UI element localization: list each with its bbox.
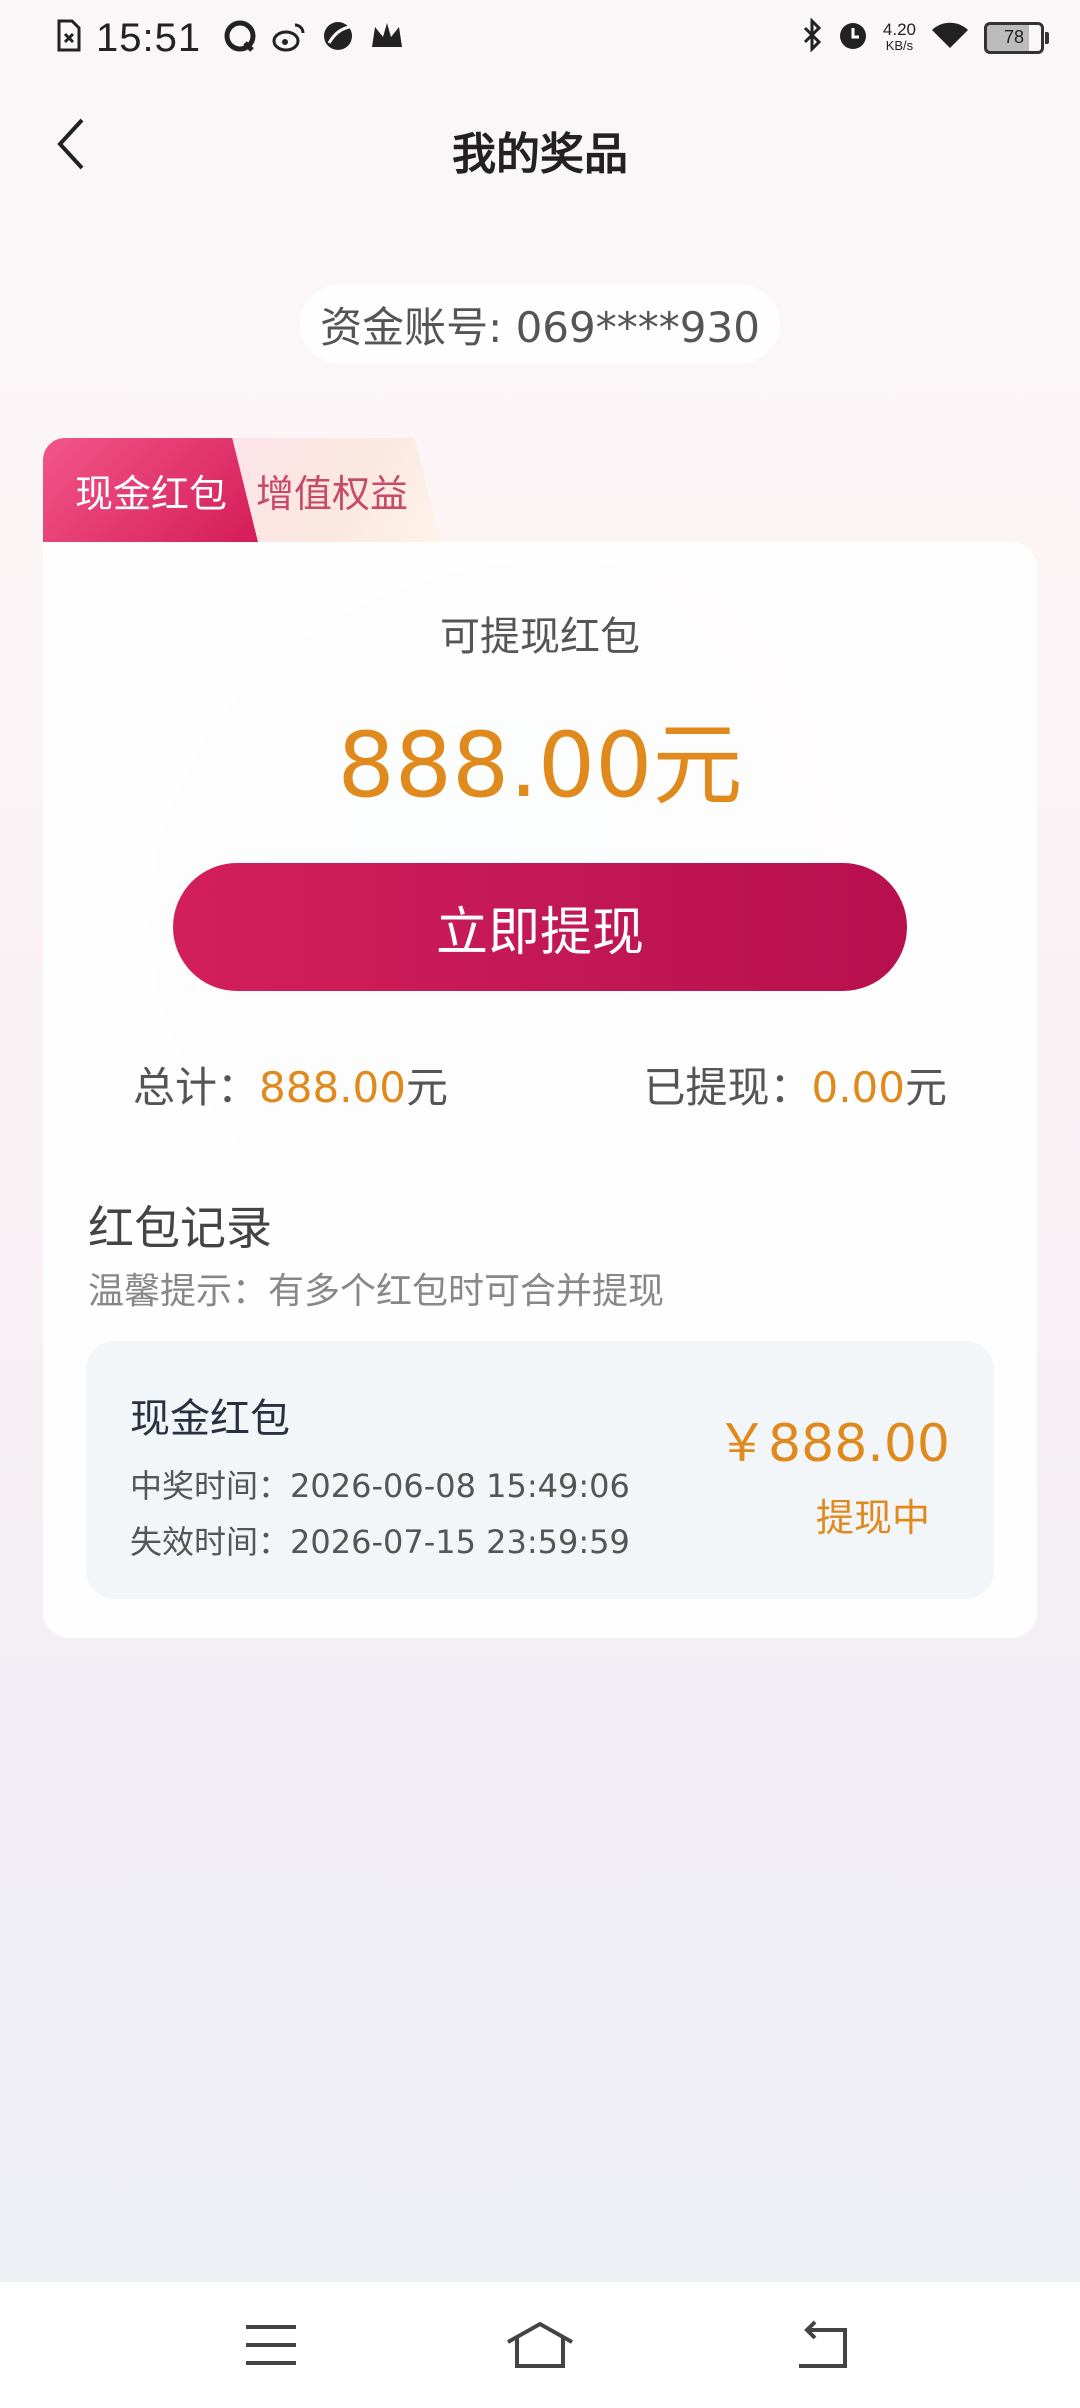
withdrawn-unit: 元 (904, 1063, 947, 1112)
record-status: 提现中 (815, 1496, 930, 1540)
record-expire-time: 失效时间：2026-07-15 23:59:59 (130, 1523, 630, 1561)
qq-icon (223, 19, 257, 58)
sim-error-icon (56, 19, 82, 58)
tab-cash-red-packet[interactable]: 现金红包 (43, 438, 258, 542)
tab-value-added-benefits[interactable]: 增值权益 (230, 438, 440, 542)
status-right: 4.20 KB/s 78 (801, 17, 1049, 57)
wifi-icon (930, 20, 970, 55)
page-title: 我的奖品 (452, 129, 628, 180)
alarm-icon (837, 18, 869, 57)
home-icon (505, 2320, 575, 2374)
net-speed-unit: KB/s (885, 37, 914, 53)
withdrawn-label: 已提现： (643, 1063, 812, 1112)
withdrawn-value: 0.00 (811, 1063, 905, 1112)
total-label: 总计： (133, 1063, 260, 1112)
record-item[interactable]: 现金红包 中奖时间：2026-06-08 15:49:06 失效时间：2026-… (86, 1341, 994, 1599)
bluetooth-icon (801, 17, 823, 57)
net-speed-value: 4.20 (882, 19, 916, 39)
back-nav-button[interactable] (786, 2312, 856, 2382)
return-icon (793, 2320, 849, 2374)
tab-label: 增值权益 (256, 471, 409, 516)
account-number: 资金账号: 069****930 (300, 285, 780, 363)
battery-level: 78 (1003, 27, 1025, 47)
record-win-time: 中奖时间：2026-06-08 15:49:06 (130, 1467, 630, 1505)
total-stat: 总计：888.00元 (133, 1054, 448, 1115)
available-amount: 888.00元 (337, 713, 743, 818)
records-tip: 温馨提示：有多个红包时可合并提现 (88, 1271, 665, 1312)
record-amount: ￥888.00 (716, 1414, 950, 1474)
leaf-app-icon (321, 19, 355, 58)
battery-icon: 78 (984, 21, 1049, 54)
withdraw-now-button[interactable]: 立即提现 (173, 863, 907, 991)
records-title: 红包记录 (88, 1201, 272, 1255)
system-nav-bar (0, 2282, 1080, 2408)
net-speed: 4.20 KB/s (882, 19, 916, 54)
weibo-icon (271, 19, 307, 58)
menu-icon (244, 2323, 298, 2371)
withdrawn-stat: 已提现：0.00元 (643, 1054, 947, 1115)
header: 我的奖品 (0, 96, 1080, 196)
status-time: 15:51 (96, 16, 202, 60)
status-left: 15:51 (56, 16, 405, 61)
available-label: 可提现红包 (440, 614, 640, 660)
record-name: 现金红包 (130, 1396, 290, 1442)
menu-button[interactable] (236, 2312, 306, 2382)
home-button[interactable] (505, 2312, 575, 2382)
total-value: 888.00 (259, 1063, 406, 1112)
red-packet-card: 可提现红包 888.00元 立即提现 总计：888.00元 已提现：0.00元 … (43, 542, 1037, 1638)
crown-icon (369, 19, 405, 58)
total-unit: 元 (405, 1063, 448, 1112)
tab-label: 现金红包 (75, 471, 228, 516)
status-bar: 15:51 4.20 KB/s 78 (0, 0, 1080, 84)
